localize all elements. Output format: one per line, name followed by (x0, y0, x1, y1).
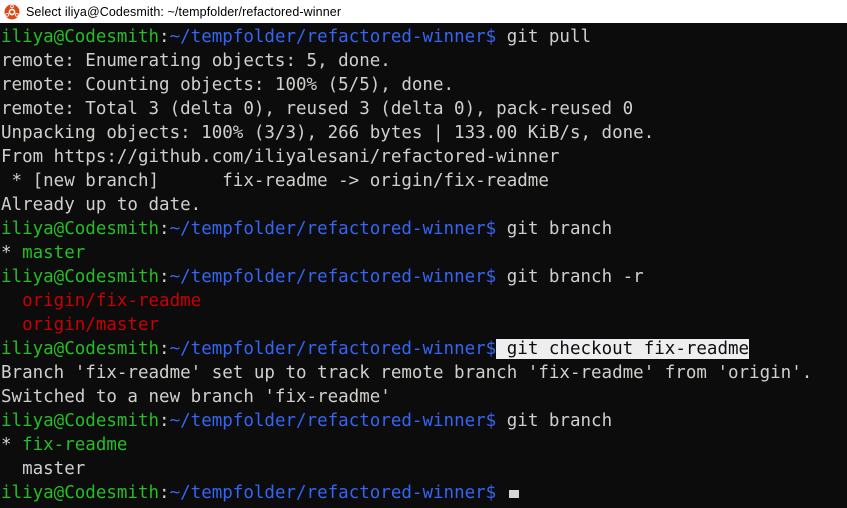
prompt-sigil: $ (485, 267, 497, 287)
output-text: remote: Counting objects: 100% (5/5), do… (1, 75, 455, 95)
prompt-separator: : (159, 483, 170, 503)
selected-command-text[interactable]: git checkout fix-readme (496, 339, 750, 359)
prompt-user-host: iliya@Codesmith (1, 483, 160, 503)
text-cursor (508, 490, 519, 498)
output-text: Branch 'fix-readme' set up to track remo… (1, 363, 813, 383)
git-branch-remote: origin/master (1, 313, 847, 337)
branch-name: origin/fix-readme (22, 291, 202, 311)
prompt-user-host: iliya@Codesmith (1, 27, 160, 47)
window-title: Select iliya@Codesmith: ~/tempfolder/ref… (26, 4, 342, 19)
branch-marker: * (1, 243, 23, 263)
prompt-path: ~/tempfolder/refactored-winner (169, 267, 486, 287)
terminal-output-line: * [new branch] fix-readme -> origin/fix-… (1, 169, 847, 193)
terminal-command (496, 483, 507, 503)
prompt-separator: : (159, 27, 170, 47)
terminal-prompt-line: iliya@Codesmith:~/tempfolder/refactored-… (1, 217, 847, 241)
ubuntu-logo-icon (4, 3, 20, 19)
terminal-prompt-line-selected: iliya@Codesmith:~/tempfolder/refactored-… (1, 337, 847, 361)
git-branch-current: * fix-readme (1, 433, 847, 457)
output-text: remote: Total 3 (delta 0), reused 3 (del… (1, 99, 634, 119)
terminal-window: Select iliya@Codesmith: ~/tempfolder/ref… (0, 0, 847, 508)
prompt-user-host: iliya@Codesmith (1, 339, 160, 359)
terminal-command: git branch -r (496, 267, 644, 287)
terminal-prompt-line: iliya@Codesmith:~/tempfolder/refactored-… (1, 409, 847, 433)
prompt-path: ~/tempfolder/refactored-winner (169, 219, 486, 239)
terminal-prompt-line: iliya@Codesmith:~/tempfolder/refactored-… (1, 25, 847, 49)
terminal-output-area[interactable]: iliya@Codesmith:~/tempfolder/refactored-… (0, 23, 847, 508)
prompt-path: ~/tempfolder/refactored-winner (169, 483, 486, 503)
terminal-output-line: From https://github.com/iliyalesani/refa… (1, 145, 847, 169)
branch-name: origin/master (22, 315, 160, 335)
branch-marker (1, 291, 22, 311)
branch-name: master (22, 243, 86, 263)
terminal-command: git pull (496, 27, 592, 47)
prompt-separator: : (159, 411, 170, 431)
terminal-prompt-line-active: iliya@Codesmith:~/tempfolder/refactored-… (1, 481, 847, 505)
terminal-output-line: remote: Total 3 (delta 0), reused 3 (del… (1, 97, 847, 121)
output-text: Unpacking objects: 100% (3/3), 266 bytes… (1, 123, 655, 143)
prompt-sigil: $ (485, 27, 497, 47)
terminal-output-line: Already up to date. (1, 193, 847, 217)
branch-marker (1, 459, 22, 479)
prompt-sigil: $ (485, 219, 497, 239)
prompt-sigil: $ (485, 411, 497, 431)
prompt-path: ~/tempfolder/refactored-winner (169, 27, 486, 47)
terminal-command: git branch (496, 219, 613, 239)
branch-marker: * (1, 435, 23, 455)
prompt-separator: : (159, 219, 170, 239)
git-branch-local: master (1, 457, 847, 481)
branch-name: master (22, 459, 86, 479)
prompt-separator: : (159, 267, 170, 287)
prompt-separator: : (159, 339, 170, 359)
output-text: Switched to a new branch 'fix-readme' (1, 387, 391, 407)
terminal-output-line: Branch 'fix-readme' set up to track remo… (1, 361, 847, 385)
prompt-user-host: iliya@Codesmith (1, 267, 160, 287)
output-text: Already up to date. (1, 195, 202, 215)
prompt-path: ~/tempfolder/refactored-winner (169, 411, 486, 431)
prompt-sigil: $ (485, 339, 497, 359)
git-branch-remote: origin/fix-readme (1, 289, 847, 313)
terminal-prompt-line: iliya@Codesmith:~/tempfolder/refactored-… (1, 265, 847, 289)
output-text: From https://github.com/iliyalesani/refa… (1, 147, 560, 167)
prompt-user-host: iliya@Codesmith (1, 219, 160, 239)
prompt-sigil: $ (485, 483, 497, 503)
terminal-command: git branch (496, 411, 613, 431)
branch-marker (1, 315, 22, 335)
git-branch-current: * master (1, 241, 847, 265)
branch-name: fix-readme (22, 435, 128, 455)
prompt-path: ~/tempfolder/refactored-winner (169, 339, 486, 359)
output-text: remote: Enumerating objects: 5, done. (1, 51, 391, 71)
terminal-output-line: Switched to a new branch 'fix-readme' (1, 385, 847, 409)
terminal-output-line: Unpacking objects: 100% (3/3), 266 bytes… (1, 121, 847, 145)
terminal-output-line: remote: Counting objects: 100% (5/5), do… (1, 73, 847, 97)
prompt-user-host: iliya@Codesmith (1, 411, 160, 431)
title-bar: Select iliya@Codesmith: ~/tempfolder/ref… (0, 0, 847, 23)
output-text: * [new branch] fix-readme -> origin/fix-… (1, 171, 549, 191)
terminal-output-line: remote: Enumerating objects: 5, done. (1, 49, 847, 73)
